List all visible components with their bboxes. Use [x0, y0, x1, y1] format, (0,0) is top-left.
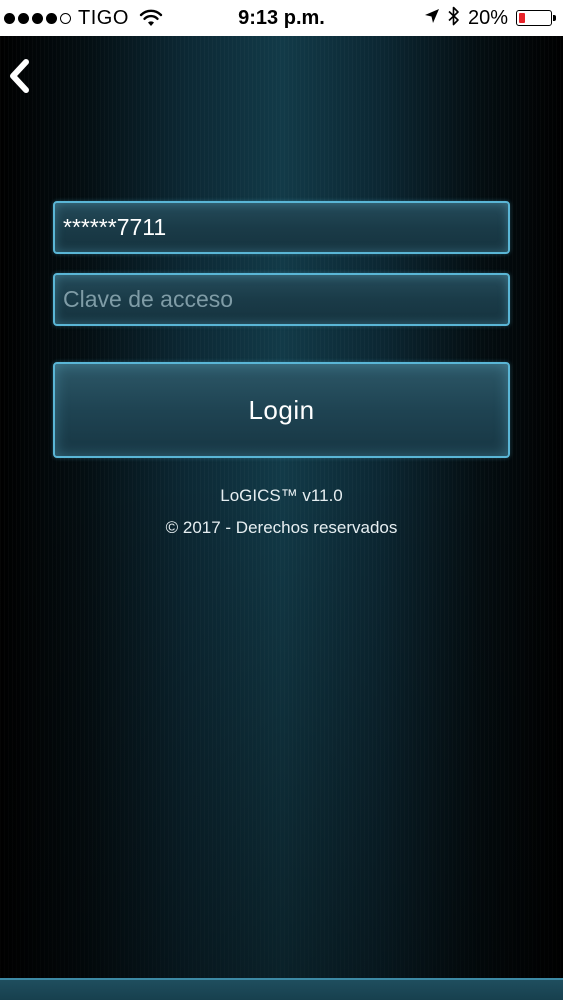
username-input[interactable] [55, 203, 508, 252]
bottom-bar [0, 978, 563, 1000]
location-arrow-icon [424, 8, 440, 29]
battery-level-fill [519, 13, 525, 23]
copyright-text: © 2017 - Derechos reservados [165, 518, 398, 537]
password-field[interactable] [53, 273, 510, 326]
login-screen: Login LoGICS™ v11.0 © 2017 - Derechos re… [0, 36, 563, 1000]
login-button[interactable]: Login [53, 362, 510, 458]
chevron-left-icon [10, 59, 29, 93]
username-field[interactable] [53, 201, 510, 254]
status-bar: TIGO 9:13 p.m. 20% [0, 0, 563, 36]
password-input[interactable] [55, 275, 508, 324]
bluetooth-icon [448, 6, 460, 31]
app-version: LoGICS™ v11.0 [220, 486, 343, 505]
battery-percent: 20% [467, 6, 508, 29]
battery-icon [516, 10, 556, 26]
status-bar-right: 20% [424, 0, 556, 36]
back-button[interactable] [2, 56, 36, 96]
